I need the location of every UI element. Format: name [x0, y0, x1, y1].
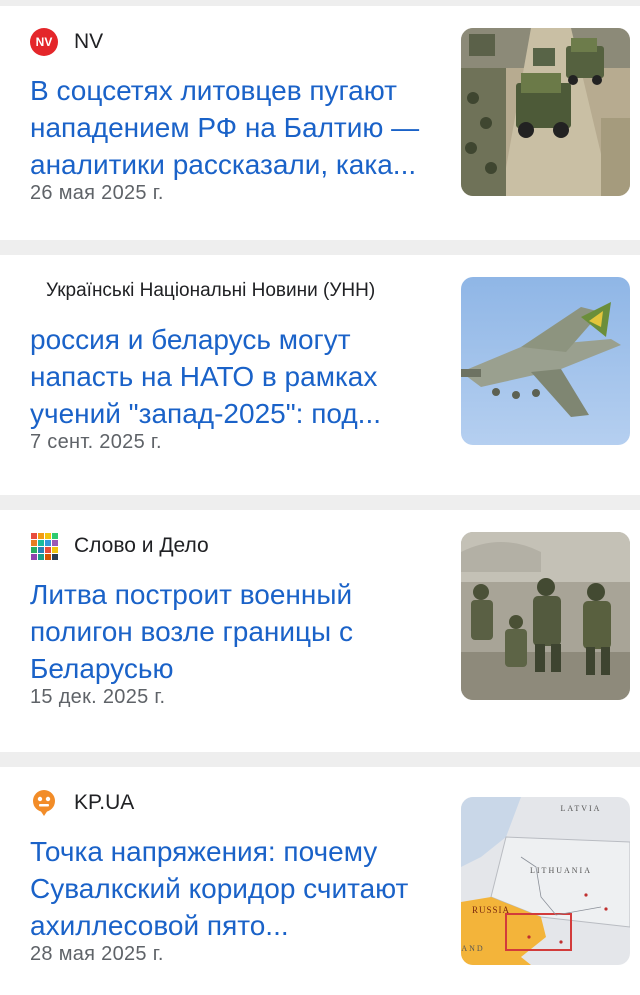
source-row: KP.UA — [30, 789, 134, 817]
map-label-russia: RUSSIA — [472, 905, 510, 915]
headline-link[interactable]: россия и беларусь могут напасть на НАТО … — [30, 321, 440, 432]
news-card[interactable]: Слово и Дело Литва построит военный поли… — [0, 510, 640, 752]
news-card[interactable]: KP.UA Точка напряжения: почему Сувалкски… — [0, 767, 640, 995]
publish-date: 7 сент. 2025 г. — [30, 431, 162, 453]
headline-link[interactable]: В соцсетях литовцев пугают нападением РФ… — [30, 72, 440, 183]
source-name: KP.UA — [74, 791, 135, 814]
military-trucks-image[interactable] — [461, 28, 630, 196]
kp-ua-logo-icon — [30, 789, 58, 817]
colored-dots-grid-icon — [30, 532, 58, 560]
source-row: Українські Національні Новини (УНН) — [46, 277, 375, 305]
source-row: NV NV — [30, 28, 103, 56]
headline-link[interactable]: Точка напряжения: почему Сувалкский кори… — [30, 833, 440, 944]
source-name: Українські Національні Новини (УНН) — [46, 280, 376, 301]
nv-logo-icon: NV — [30, 28, 58, 56]
source-name: Слово и Дело — [74, 534, 209, 557]
soldiers-image[interactable] — [461, 532, 630, 700]
news-card[interactable]: Українські Національні Новини (УНН) росс… — [0, 255, 640, 495]
publish-date: 26 мая 2025 г. — [30, 182, 164, 204]
suwalki-map-image[interactable]: LATVIA LITHUANIA RUSSIA AND — [461, 797, 630, 965]
source-row: Слово и Дело — [30, 532, 209, 560]
headline-link[interactable]: Литва построит военный полигон возле гра… — [30, 576, 440, 687]
publish-date: 15 дек. 2025 г. — [30, 686, 166, 708]
news-card[interactable]: NV NV В соцсетях литовцев пугают нападен… — [0, 6, 640, 240]
source-name: NV — [74, 30, 104, 53]
map-label-lithuania: LITHUANIA — [530, 866, 592, 875]
news-feed: NV NV В соцсетях литовцев пугают нападен… — [0, 0, 640, 995]
map-label-latvia: LATVIA — [561, 804, 602, 813]
map-label-poland: AND — [461, 944, 484, 953]
publish-date: 28 мая 2025 г. — [30, 943, 164, 965]
fighter-jet-image[interactable] — [461, 277, 630, 445]
